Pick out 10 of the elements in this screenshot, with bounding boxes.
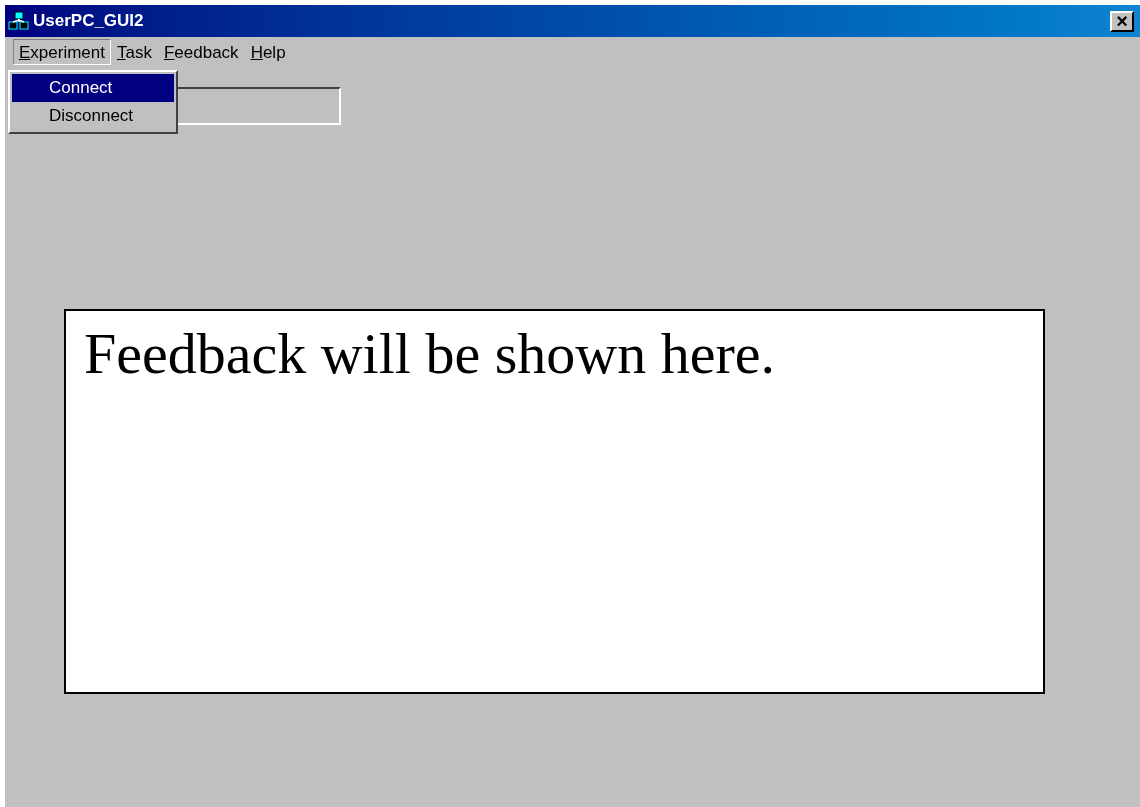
menu-item[interactable]: Help (244, 39, 292, 65)
dropdown-item[interactable]: Disconnect (12, 102, 174, 130)
feedback-text: Feedback will be shown here. (84, 325, 776, 383)
window-title: UserPC_GUI2 (33, 10, 144, 33)
network-computers-icon (8, 10, 30, 32)
menu-item[interactable]: Task (111, 39, 158, 65)
menu-item[interactable]: Feedback (157, 39, 245, 65)
close-button[interactable]: × (1110, 10, 1134, 32)
dropdown-item[interactable]: Connect (12, 74, 174, 102)
menu-item[interactable]: Experiment (13, 39, 111, 65)
